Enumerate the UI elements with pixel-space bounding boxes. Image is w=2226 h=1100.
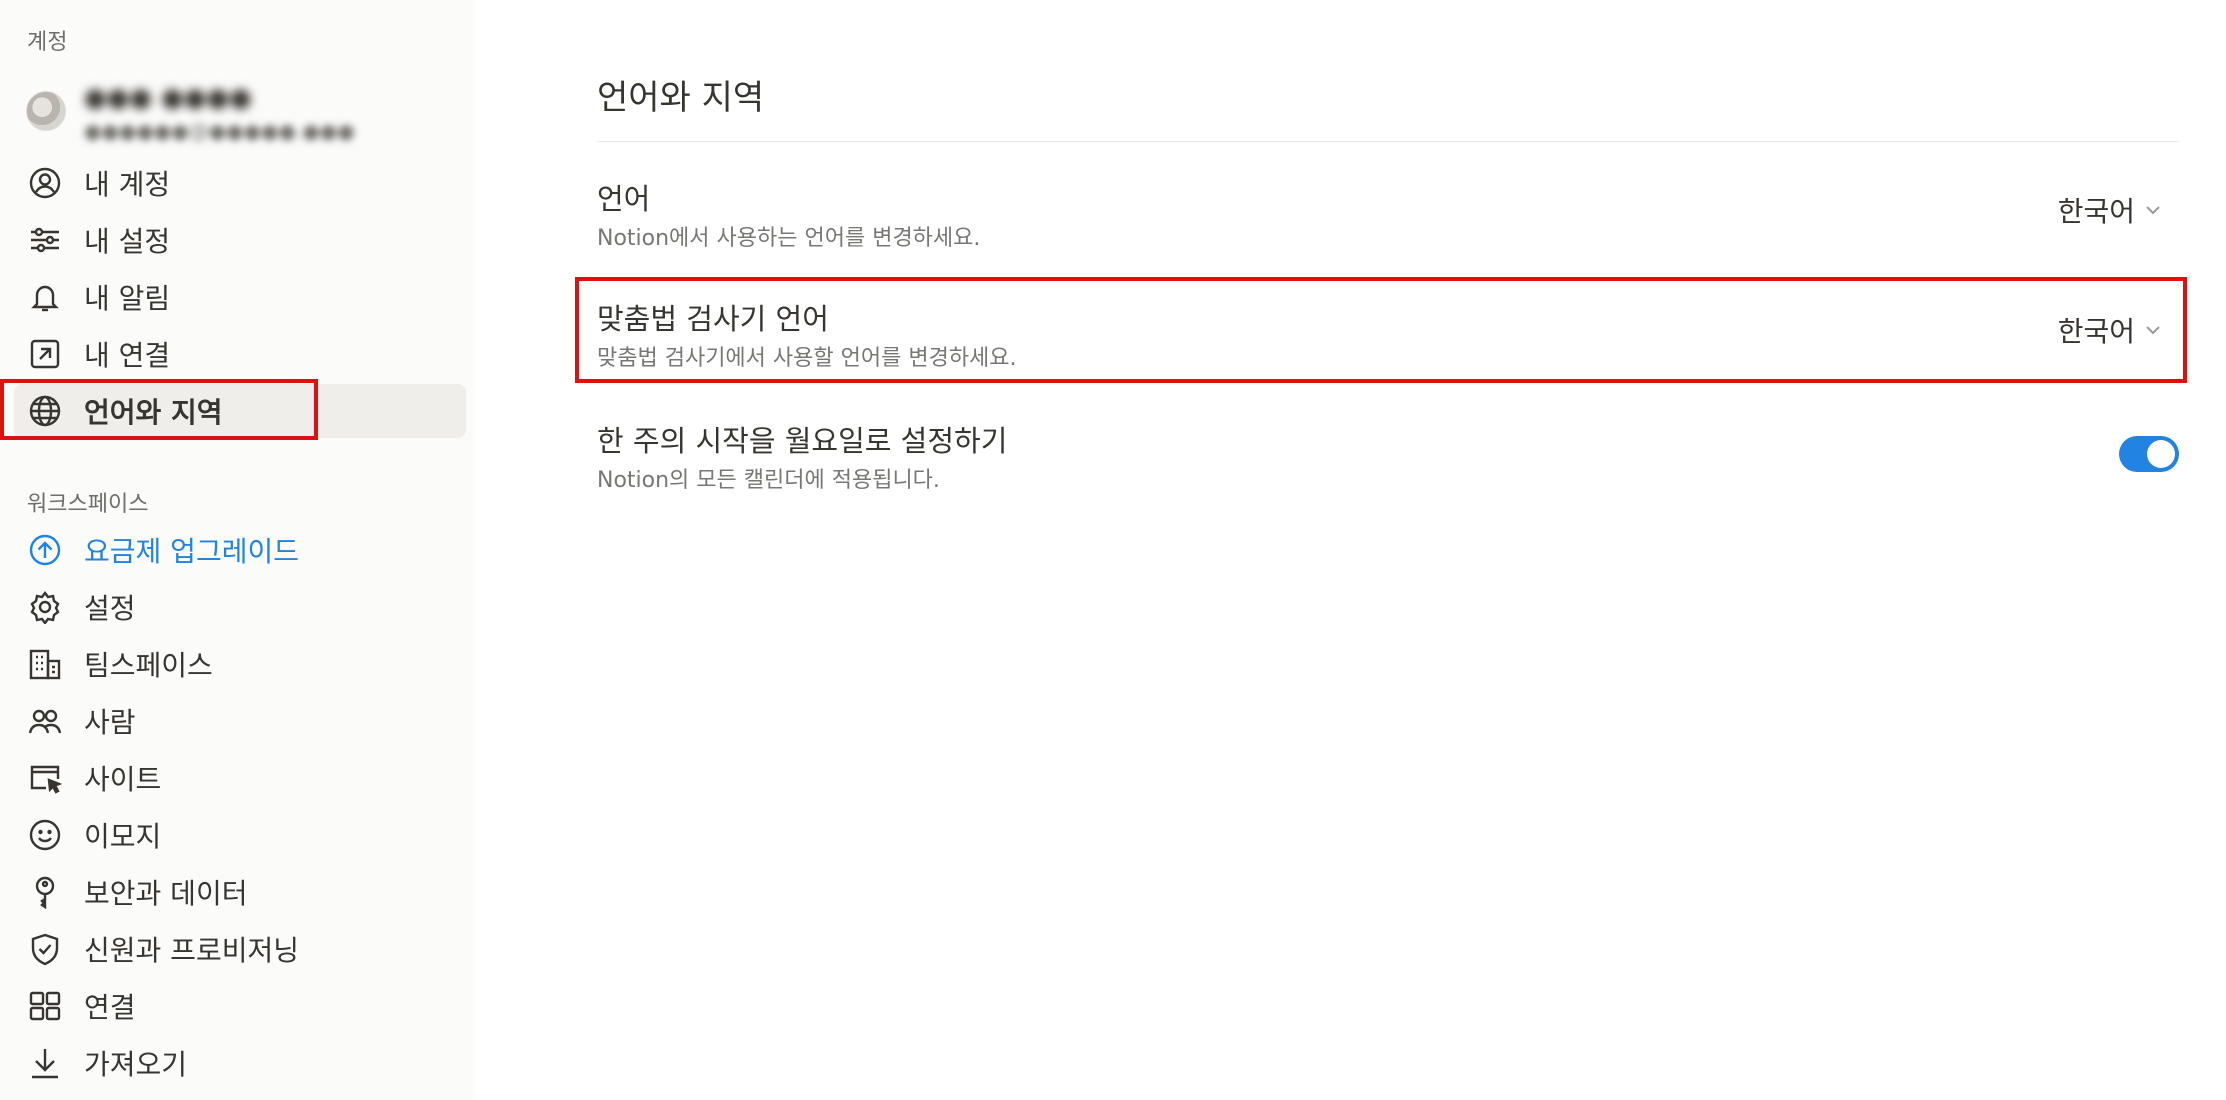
grid-icon — [28, 989, 62, 1023]
smiley-icon — [28, 818, 62, 852]
sidebar-item-label: 연결 — [84, 991, 136, 1024]
setting-title: 언어 — [597, 182, 651, 216]
account-name: ●●● ●●●● — [84, 83, 252, 113]
user-circle-icon — [28, 166, 62, 200]
week-start-toggle[interactable] — [2119, 436, 2179, 472]
chevron-down-icon — [2146, 206, 2160, 215]
sidebar-item-label: 보안과 데이터 — [84, 877, 248, 910]
sidebar-item-label: 신원과 프로비저닝 — [84, 934, 299, 967]
key-icon — [28, 875, 62, 910]
globe-icon — [28, 394, 62, 428]
sidebar-item-settings[interactable]: 설정 — [14, 580, 466, 634]
browser-cursor-icon — [28, 761, 63, 795]
account-email: ●●●●●●@●●●●●.●●● — [84, 119, 355, 143]
title-divider — [597, 141, 2179, 142]
language-select[interactable]: 한국어 — [2058, 190, 2163, 230]
setting-row-week-start-monday: 한 주의 시작을 월요일로 설정하기 Notion의 모든 캘린더에 적용됩니다… — [597, 418, 2179, 508]
page-title: 언어와 지역 — [597, 78, 765, 118]
chevron-down-icon — [2146, 326, 2160, 335]
sidebar-item-label: 내 계정 — [84, 168, 171, 201]
bell-icon — [28, 280, 62, 314]
sidebar-item-people[interactable]: 사람 — [14, 694, 466, 748]
download-icon — [28, 1046, 62, 1080]
select-value: 한국어 — [2057, 195, 2135, 228]
sidebar-item-teamspaces[interactable]: 팀스페이스 — [14, 637, 466, 691]
sidebar-item-emoji[interactable]: 이모지 — [14, 808, 466, 862]
gear-icon — [28, 590, 62, 625]
setting-title: 맞춤법 검사기 언어 — [597, 302, 829, 336]
setting-row-spellcheck-language: 맞춤법 검사기 언어 맞춤법 검사기에서 사용할 언어를 변경하세요. 한국어 — [597, 296, 2179, 386]
workspace-section-label: 워크스페이스 — [27, 492, 149, 517]
people-icon — [28, 704, 62, 738]
setting-title: 한 주의 시작을 월요일로 설정하기 — [597, 424, 1008, 458]
sidebar-item-security-data[interactable]: 보안과 데이터 — [14, 865, 466, 919]
sidebar-item-label: 이모지 — [84, 820, 162, 853]
account-section-label: 계정 — [27, 30, 68, 55]
sidebar-item-my-notifications[interactable]: 내 알림 — [14, 270, 466, 324]
sidebar-item-label: 내 설정 — [84, 225, 171, 258]
sidebar-item-label: 요금제 업그레이드 — [84, 535, 299, 568]
arrow-up-circle-icon — [28, 533, 62, 567]
setting-description: Notion에서 사용하는 언어를 변경하세요. — [597, 226, 981, 251]
setting-description: 맞춤법 검사기에서 사용할 언어를 변경하세요. — [597, 346, 1017, 371]
sidebar-item-connections[interactable]: 연결 — [14, 979, 466, 1033]
sidebar-item-my-connections[interactable]: 내 연결 — [14, 327, 466, 381]
account-info: ●●● ●●●● ●●●●●●@●●●●●.●●● — [26, 83, 446, 145]
settings-sidebar: 계정 ●●● ●●●● ●●●●●●@●●●●●.●●● 내 계정 내 설정 내… — [0, 0, 475, 1100]
toggle-knob — [2147, 440, 2175, 468]
spellcheck-language-select[interactable]: 한국어 — [2058, 310, 2163, 350]
sidebar-item-import[interactable]: 가져오기 — [14, 1036, 466, 1090]
sidebar-item-my-settings[interactable]: 내 설정 — [14, 213, 466, 267]
sidebar-item-upgrade-plan[interactable]: 요금제 업그레이드 — [14, 523, 466, 577]
sidebar-item-label: 사람 — [84, 706, 136, 739]
sidebar-item-label: 설정 — [84, 592, 136, 625]
arrow-up-right-box-icon — [28, 337, 62, 371]
sidebar-item-language-region[interactable]: 언어와 지역 — [14, 384, 466, 438]
sidebar-item-sites[interactable]: 사이트 — [14, 751, 466, 805]
select-value: 한국어 — [2057, 315, 2135, 348]
sidebar-item-label: 가져오기 — [84, 1048, 188, 1081]
setting-row-language: 언어 Notion에서 사용하는 언어를 변경하세요. 한국어 — [597, 176, 2179, 266]
sidebar-item-label: 내 연결 — [84, 339, 171, 372]
building-icon — [28, 647, 62, 681]
avatar — [26, 91, 66, 131]
sidebar-item-my-account[interactable]: 내 계정 — [14, 156, 466, 210]
sidebar-item-label: 사이트 — [84, 763, 162, 796]
shield-check-icon — [28, 932, 62, 966]
sidebar-item-label: 내 알림 — [84, 282, 171, 315]
sliders-icon — [28, 223, 62, 257]
setting-description: Notion의 모든 캘린더에 적용됩니다. — [597, 468, 940, 493]
sidebar-item-label: 팀스페이스 — [84, 649, 213, 682]
sidebar-item-identity-provisioning[interactable]: 신원과 프로비저닝 — [14, 922, 466, 976]
sidebar-item-label: 언어와 지역 — [84, 396, 223, 429]
